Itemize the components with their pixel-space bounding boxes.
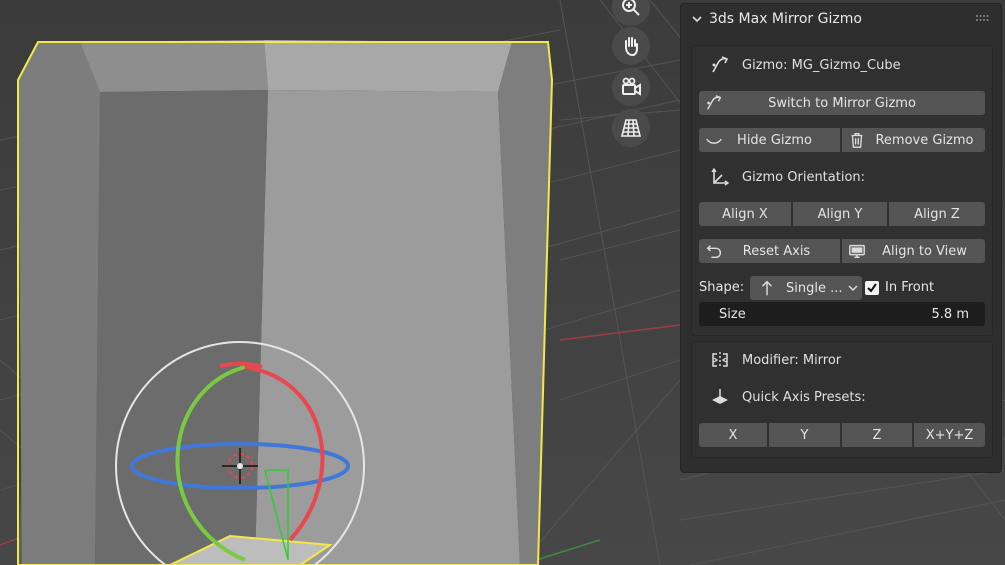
orientation-label: Gizmo Orientation: [742, 169, 866, 185]
size-label: Size [719, 306, 746, 322]
remove-gizmo-button[interactable]: Remove Gizmo [842, 128, 985, 152]
align-x-button[interactable]: Align X [699, 202, 791, 226]
size-field[interactable]: Size 5.8 m [699, 302, 985, 326]
monitor-icon [849, 244, 865, 259]
pan-button[interactable] [612, 27, 650, 65]
trash-icon [851, 133, 863, 148]
gizmo-section: Gizmo: MG_Gizmo_Cube Switch to Mirror Gi… [691, 45, 993, 336]
switch-button-label: Switch to Mirror Gizmo [768, 95, 916, 111]
panel-header[interactable]: 3ds Max Mirror Gizmo [681, 4, 1001, 34]
shape-dropdown[interactable]: Single ... [750, 276, 862, 300]
mirror-modifier-icon [712, 352, 728, 368]
in-front-checkbox[interactable] [865, 281, 879, 295]
eye-closed-icon [706, 138, 722, 144]
remove-button-label: Remove Gizmo [875, 132, 974, 148]
mirror-gizmo-icon [712, 56, 729, 73]
align-y-label: Align Y [817, 206, 863, 222]
undo-arrow-icon [706, 245, 722, 259]
gizmo-name-label: Gizmo: MG_Gizmo_Cube [742, 57, 901, 73]
gizmo-name-row: Gizmo: MG_Gizmo_Cube [710, 53, 901, 77]
in-front-label: In Front [885, 280, 935, 295]
preset-z-button[interactable]: Z [842, 423, 912, 447]
mirror-gizmo-icon [707, 95, 722, 110]
align-to-view-label: Align to View [882, 243, 967, 259]
preset-xyz-button[interactable]: X+Y+Z [914, 423, 985, 447]
modifier-label: Modifier: Mirror [742, 352, 842, 368]
panel-title: 3ds Max Mirror Gizmo [709, 11, 862, 27]
preset-xyz-label: X+Y+Z [925, 427, 974, 443]
checkmark-icon [867, 283, 877, 293]
camera-icon [622, 77, 641, 96]
hand-pan-icon [625, 37, 638, 57]
preset-y-label: Y [800, 427, 809, 443]
camera-button[interactable] [612, 68, 650, 106]
align-z-label: Align Z [914, 206, 960, 222]
align-z-button[interactable]: Align Z [889, 202, 985, 226]
hide-button-label: Hide Gizmo [737, 132, 812, 148]
align-to-view-button[interactable]: Align to View [842, 239, 985, 263]
preset-z-label: Z [872, 427, 882, 443]
align-x-label: Align X [722, 206, 768, 222]
size-value: 5.8 m [931, 306, 969, 322]
shape-label: Shape: [699, 280, 745, 295]
chevron-down-icon[interactable] [691, 13, 703, 25]
modifier-row: Modifier: Mirror [710, 348, 841, 372]
quick-presets-row: Quick Axis Presets: [710, 385, 866, 409]
mirror-plane-icon [712, 389, 728, 404]
shape-value: Single ... [786, 280, 843, 296]
reset-axis-label: Reset Axis [742, 243, 811, 259]
mirror-gizmo-panel: 3ds Max Mirror Gizmo Gizmo: MG_Gizmo_Cub… [680, 3, 1002, 473]
switch-to-mirror-gizmo-button[interactable]: Switch to Mirror Gizmo [699, 91, 985, 115]
grid-icon [620, 119, 642, 137]
grid-view-button[interactable] [612, 109, 650, 147]
modifier-section: Modifier: Mirror Quick Axis Presets: X Y… [691, 341, 993, 458]
preset-x-label: X [728, 427, 738, 443]
drag-grip-icon[interactable] [975, 14, 989, 24]
reset-axis-button[interactable]: Reset Axis [699, 239, 840, 263]
preset-y-button[interactable]: Y [769, 423, 840, 447]
chevron-down-icon [848, 285, 858, 292]
orientation-axes-icon [711, 167, 730, 186]
arrow-up-icon [761, 280, 773, 296]
hide-gizmo-button[interactable]: Hide Gizmo [699, 128, 840, 152]
presets-label: Quick Axis Presets: [742, 389, 866, 405]
zoom-icon [622, 0, 640, 16]
preset-x-button[interactable]: X [699, 423, 767, 447]
gizmo-orientation-row: Gizmo Orientation: [710, 165, 865, 189]
align-y-button[interactable]: Align Y [793, 202, 887, 226]
